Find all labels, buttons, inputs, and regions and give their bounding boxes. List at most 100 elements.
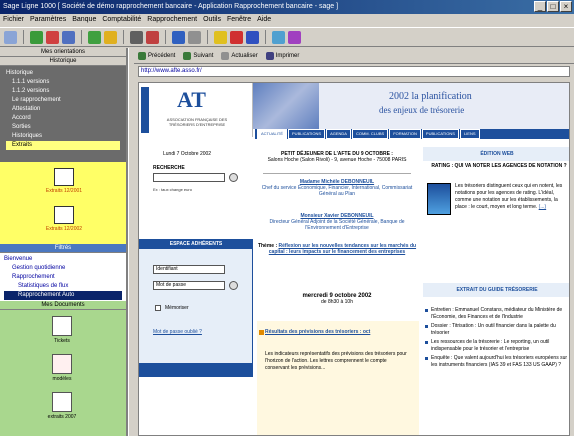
read-more-link[interactable]: (...): [539, 204, 547, 210]
print-button[interactable]: Imprimer: [265, 51, 299, 60]
forgot-password-link[interactable]: Mot de passe oublié ?: [153, 329, 202, 335]
help-icon[interactable]: [288, 30, 301, 44]
refresh-button[interactable]: Actualiser: [221, 51, 258, 60]
toolbar-separator: [265, 30, 266, 44]
calendar-icon[interactable]: [130, 30, 143, 44]
back-button[interactable]: Précédent: [138, 51, 175, 60]
username-input[interactable]: Identifiant: [153, 265, 225, 274]
site-logo[interactable]: AT ASSOCIATION FRANÇAISE DES TRÉSORIERS …: [139, 83, 253, 137]
tree-item[interactable]: Le rapprochement: [6, 96, 120, 105]
menu-parametres[interactable]: Paramètres: [30, 14, 66, 26]
forward-arrow-icon: [183, 51, 192, 60]
minimize-button[interactable]: _: [534, 1, 546, 12]
panel-header-documents[interactable]: Mes Documents: [0, 301, 126, 310]
alert-icon[interactable]: [230, 30, 243, 44]
news-item[interactable]: Les ressources de la trésorerie : Le rep…: [425, 339, 569, 353]
tree-item[interactable]: Gestion quotidienne: [4, 264, 122, 273]
chart-icon[interactable]: [46, 30, 59, 44]
panel-subheader-historique[interactable]: Historique: [0, 57, 126, 66]
file-icon[interactable]: [52, 392, 72, 412]
logo-subtitle: ASSOCIATION FRANÇAISE DES TRÉSORIERS D'E…: [166, 117, 228, 127]
news-item[interactable]: Entretien : Emmanuel Constans, médiateur…: [425, 307, 569, 321]
extract-label[interactable]: Extraits 12/2001: [44, 188, 84, 194]
magazine-cover[interactable]: [427, 183, 451, 215]
menu-comptabilite[interactable]: Comptabilité: [102, 14, 141, 26]
tree-item[interactable]: Attestation: [6, 105, 120, 114]
nav-tab-publications[interactable]: PUBLICATIONS: [288, 129, 326, 139]
document-label[interactable]: modèles: [40, 376, 84, 382]
file-icon[interactable]: [52, 316, 72, 336]
tree-item[interactable]: Bienvenue: [4, 255, 122, 264]
close-button[interactable]: ×: [560, 1, 572, 12]
site-nav: ACTUALITÉ PUBLICATIONS AGENDA COMM. CLUB…: [255, 129, 569, 139]
speaker-2: Monsieur Xavier DEBONNEUIL Directeur Gén…: [257, 213, 417, 231]
nav-tab-agenda[interactable]: AGENDA: [326, 129, 351, 139]
globe-icon[interactable]: [88, 30, 101, 44]
news-item[interactable]: Enquête : Que valent aujourd'hui les tré…: [425, 355, 569, 369]
document-label[interactable]: Tickets: [40, 338, 84, 344]
login-go-button[interactable]: [229, 281, 238, 290]
panel-header-filtres[interactable]: Filtrés: [0, 244, 126, 253]
list-icon[interactable]: [62, 30, 75, 44]
theme-link[interactable]: Réflexion sur les nouvelles tendances su…: [269, 243, 416, 255]
tree-item[interactable]: Statistiques de flux: [4, 282, 122, 291]
tree-item[interactable]: Historiques: [6, 132, 120, 141]
menu-outils[interactable]: Outils: [203, 14, 221, 26]
tree-item[interactable]: Rapprochement: [4, 273, 122, 282]
tree-item[interactable]: 1.1.2 versions: [6, 87, 120, 96]
document-label[interactable]: extraits 2007: [40, 414, 84, 420]
extracts-zone: Extraits 12/2001 Extraits 12/2002: [0, 162, 126, 244]
nav-tab-actualite[interactable]: ACTUALITÉ: [257, 129, 288, 139]
panel-header-orientations[interactable]: Mes orientations: [0, 48, 126, 57]
search-input[interactable]: [153, 173, 225, 182]
menu-banque[interactable]: Banque: [72, 14, 96, 26]
star-icon[interactable]: [214, 30, 227, 44]
maximize-button[interactable]: □: [547, 1, 559, 12]
tree-item[interactable]: Accord: [6, 114, 120, 123]
remember-label: Mémoriser: [165, 305, 189, 311]
info-icon[interactable]: [246, 30, 259, 44]
folder-icon[interactable]: [104, 30, 117, 44]
document-icon[interactable]: [54, 168, 74, 186]
tree-item[interactable]: Sorties: [6, 123, 120, 132]
left-footer-bar: [139, 363, 253, 377]
report-icon[interactable]: [146, 30, 159, 44]
remember-checkbox[interactable]: [155, 305, 161, 311]
bank-icon[interactable]: [172, 30, 185, 44]
back-icon[interactable]: [4, 30, 17, 44]
event-time: de 8h30 à 10h: [321, 299, 353, 305]
toolbar-separator: [165, 30, 166, 44]
history-tree: Historique 1.1.1 versions 1.1.2 versions…: [0, 66, 126, 162]
window-icon[interactable]: [272, 30, 285, 44]
survey-box: Résultats des prévisions des trésoriers …: [257, 321, 419, 435]
settings-icon[interactable]: [188, 30, 201, 44]
document-icon[interactable]: [54, 206, 74, 224]
password-input[interactable]: Mot de passe: [153, 281, 225, 290]
site-middle-column: PETIT DÉJEUNER DE L'AFTE DU 9 OCTOBRE : …: [257, 143, 419, 435]
forward-button[interactable]: Suivant: [183, 51, 213, 60]
article-summary: Les trésoriers distinguent ceux qui en n…: [455, 183, 569, 211]
menu-aide[interactable]: Aide: [257, 14, 271, 26]
survey-title[interactable]: Résultats des prévisions des trésoriers …: [265, 329, 405, 336]
tree-item-selected[interactable]: Rapprochement Auto: [4, 291, 122, 300]
pdf-icon[interactable]: [52, 354, 72, 374]
article-title[interactable]: RATING : QUI VA NOTER LES AGENCES DE NOT…: [429, 163, 569, 170]
nav-tab-clubs[interactable]: COMM. CLUBS: [351, 129, 389, 139]
bullet-icon: [259, 330, 264, 335]
tree-item-selected[interactable]: Extraits: [6, 141, 120, 150]
tree-item[interactable]: 1.1.1 versions: [6, 78, 120, 87]
nav-tab-liens[interactable]: LIENS: [459, 129, 480, 139]
nav-tab-formation[interactable]: FORMATION: [389, 129, 421, 139]
nav-tab-publications-2[interactable]: PUBLICATIONS: [421, 129, 459, 139]
tree-item[interactable]: Historique: [6, 69, 120, 78]
documents-zone: Tickets modèles extraits 2007: [0, 310, 126, 436]
extract-label[interactable]: Extraits 12/2002: [44, 226, 84, 232]
menu-rapprochement[interactable]: Rapprochement: [147, 14, 197, 26]
menu-fichier[interactable]: Fichier: [3, 14, 24, 26]
site-right-column: ÉDITION WEB RATING : QUI VA NOTER LES AG…: [423, 143, 569, 435]
news-item[interactable]: Dossier : Titrisation : Un outil financi…: [425, 323, 569, 337]
grid-icon[interactable]: [30, 30, 43, 44]
address-bar[interactable]: http://www.afte.asso.fr/: [138, 66, 570, 77]
search-go-button[interactable]: [229, 173, 238, 182]
menu-fenetre[interactable]: Fenêtre: [227, 14, 251, 26]
